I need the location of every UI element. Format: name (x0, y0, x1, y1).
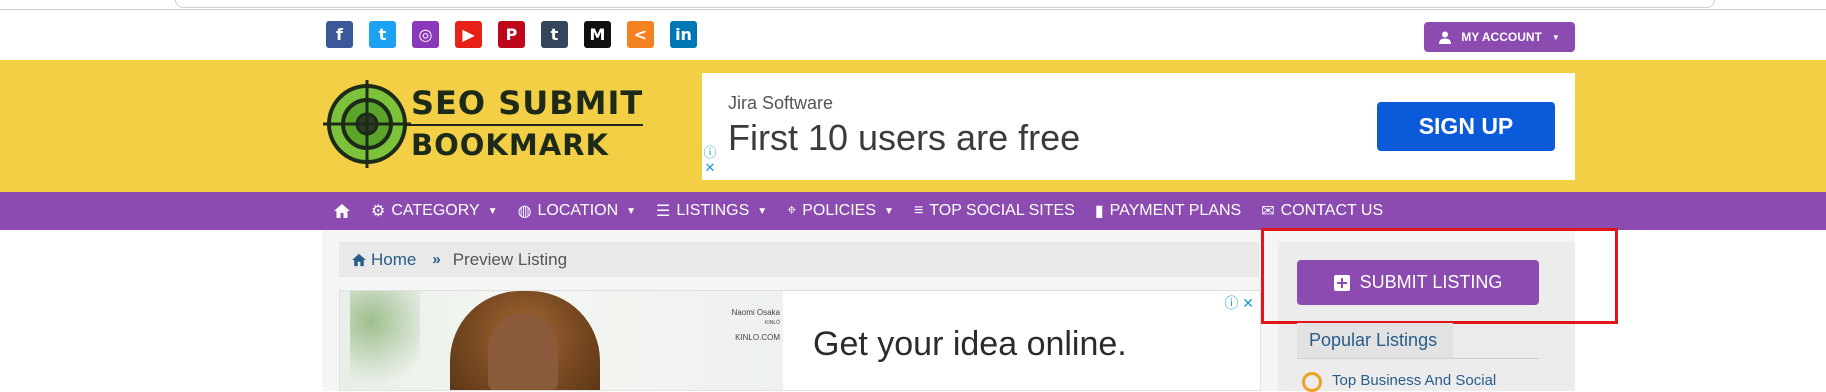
popular-divider (1297, 358, 1539, 359)
ad-photo-caption: Naomi Osaka KINLŌ KINLO.COM (680, 307, 780, 343)
top-advertisement[interactable]: Jira Software First 10 users are free SI… (702, 73, 1575, 180)
chevron-down-icon: ▼ (626, 205, 637, 217)
top-bar: f t ◎ ▶ Pt M < in MY ACCOUNT ▼ (0, 10, 1826, 60)
logo-line-2: BOOKMARK (411, 128, 609, 162)
main-navigation: ⚙ CATEGORY ▼ ◍ LOCATION ▼ ☰ LISTINGS ▼ ⌖ POLICIES ▼… (0, 192, 1826, 230)
nav-item-label: CONTACT US (1280, 202, 1384, 219)
browser-chrome (0, 0, 1826, 10)
my-account-label: MY ACCOUNT (1461, 30, 1542, 44)
popular-listing-label: Top Business And Social (1332, 372, 1497, 389)
popular-listing-item[interactable]: Top Business And Social (1302, 372, 1496, 392)
ad-brand: Jira Software (728, 93, 834, 113)
double-chevron-icon: » (432, 251, 441, 268)
nav-item-top-social-sites[interactable]: ≡ TOP SOCIAL SITES (914, 192, 1075, 230)
nav-item-label: TOP SOCIAL SITES (929, 202, 1075, 219)
list-icon: ☰ (656, 203, 671, 220)
nav-item-label: LOCATION (537, 202, 619, 219)
nav-item-listings[interactable]: ☰ LISTINGS ▼ (656, 192, 767, 230)
chevron-down-icon: ▼ (487, 205, 498, 217)
ad-caption-name: Naomi Osaka (731, 308, 780, 317)
logo-divider (403, 124, 643, 126)
cogs-icon: ⚙ (371, 203, 386, 220)
tumblr-icon[interactable]: t (541, 21, 568, 48)
breadcrumb-home-label: Home (371, 249, 417, 269)
crosshair-icon: ⌖ (787, 202, 797, 219)
nav-item-location[interactable]: ◍ LOCATION ▼ (518, 192, 636, 230)
ad-photo-face (488, 313, 558, 390)
ad-choices-icon[interactable]: ⓘ ✕ (703, 145, 717, 177)
nav-items: ⚙ CATEGORY ▼ ◍ LOCATION ▼ ☰ LISTINGS ▼ ⌖ POLICIES ▼… (333, 192, 1403, 230)
nav-item-label: PAYMENT PLANS (1109, 202, 1242, 219)
nav-item-payment-plans[interactable]: ▮ PAYMENT PLANS (1095, 192, 1241, 230)
globe-icon: ◍ (517, 203, 532, 220)
chevron-down-icon: ▼ (1551, 32, 1560, 42)
my-account-button[interactable]: MY ACCOUNT ▼ (1424, 22, 1575, 52)
ad-choices-icon[interactable]: ⓘ ✕ (1224, 293, 1254, 313)
breadcrumb-current: Preview Listing (452, 249, 568, 269)
envelope-icon: ✉ (1261, 203, 1275, 220)
linkedin-icon[interactable]: in (670, 21, 697, 48)
ad-main-headline: Get your idea online. (813, 325, 1127, 363)
nav-home[interactable] (333, 192, 351, 230)
nav-item-policies[interactable]: ⌖ POLICIES ▼ (787, 192, 894, 230)
ad-caption-url: KINLO.COM (735, 333, 780, 342)
address-bar[interactable] (175, 0, 1715, 8)
site-header: SEO SUBMIT BOOKMARK Jira Software First … (0, 60, 1826, 192)
youtube-icon[interactable]: ▶ (455, 21, 482, 48)
ad-photo-plant (350, 291, 420, 390)
nav-item-label: CATEGORY (391, 202, 480, 219)
chevron-down-icon: ▼ (884, 205, 894, 217)
highlight-box (1261, 228, 1618, 324)
bulb-icon (1302, 372, 1322, 392)
user-icon (1439, 31, 1452, 44)
nav-item-contact-us[interactable]: ✉ CONTACT US (1261, 192, 1383, 230)
breadcrumb: Home » Preview Listing (339, 242, 1259, 277)
home-icon (352, 253, 366, 266)
medium-icon[interactable]: M (584, 21, 611, 48)
ad-photo: Naomi Osaka KINLŌ KINLO.COM (340, 291, 783, 390)
ad-signup-button[interactable]: SIGN UP (1377, 102, 1555, 151)
nav-item-label: LISTINGS (676, 202, 750, 219)
target-logo-icon (323, 80, 411, 168)
pinterest-icon[interactable]: P (498, 21, 525, 48)
twitter-icon[interactable]: t (369, 21, 396, 48)
content-advertisement[interactable]: Naomi Osaka KINLŌ KINLO.COM Get your ide… (339, 290, 1261, 391)
popular-listings-tab[interactable]: Popular Listings (1297, 323, 1453, 358)
chevron-down-icon: ▼ (757, 205, 768, 217)
ad-caption-brand: KINLŌ (764, 320, 780, 326)
align-left-icon: ≡ (913, 202, 924, 219)
social-links: f t ◎ ▶ Pt M < in (326, 21, 697, 48)
share-icon[interactable]: < (627, 21, 654, 48)
facebook-icon[interactable]: f (326, 21, 353, 48)
logo-line-1: SEO SUBMIT (411, 84, 644, 122)
nav-item-category[interactable]: ⚙ CATEGORY ▼ (371, 192, 498, 230)
ad-headline: First 10 users are free (728, 117, 1081, 158)
receipt-icon: ▮ (1094, 203, 1104, 220)
breadcrumb-home[interactable]: Home (351, 250, 416, 270)
instagram-icon[interactable]: ◎ (412, 21, 439, 48)
site-logo[interactable]: SEO SUBMIT BOOKMARK (323, 80, 645, 168)
home-icon (333, 203, 351, 219)
nav-item-label: POLICIES (802, 202, 877, 219)
